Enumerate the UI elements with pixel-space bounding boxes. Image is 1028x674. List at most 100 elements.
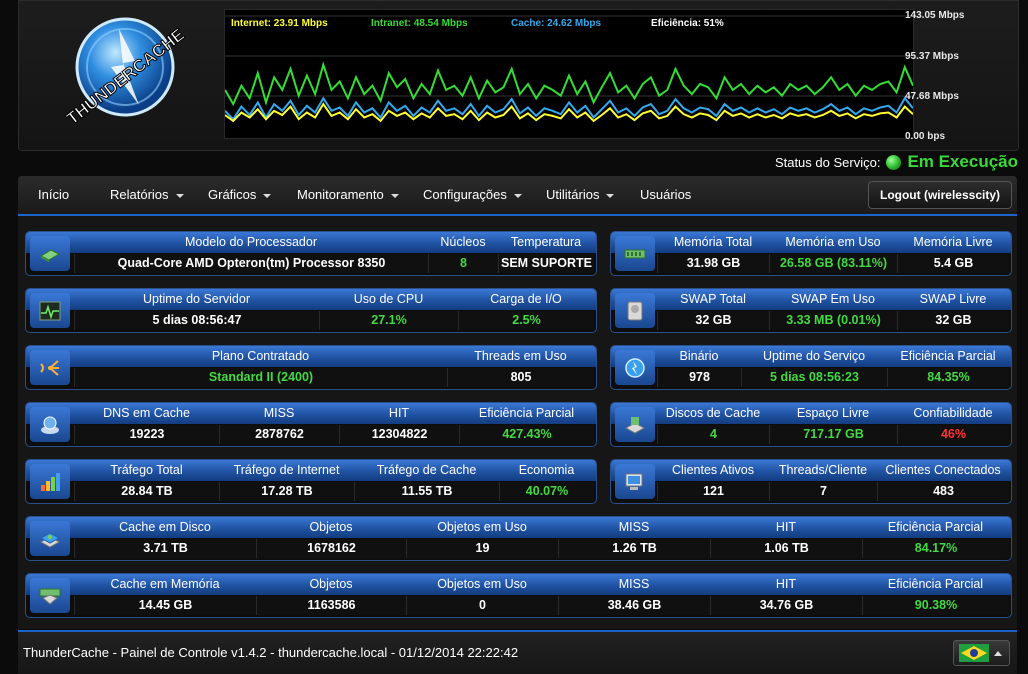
nav-label: Relatórios bbox=[110, 187, 169, 202]
header-dns-eficiencia: Eficiência Parcial bbox=[478, 406, 575, 420]
header-confiabilidade: Confiabilidade bbox=[913, 406, 993, 420]
value-discos-cache: 4 bbox=[657, 425, 769, 444]
nav-configuracoes[interactable]: Configurações bbox=[423, 176, 522, 214]
nav-graficos[interactable]: Gráficos bbox=[208, 176, 272, 214]
panel-clientes: Clientes Ativos Threads/Cliente Clientes… bbox=[610, 459, 1012, 504]
value-modelo: Quad-Core AMD Opteron(tm) Processor 8350 bbox=[74, 254, 428, 273]
value-confiabilidade: 46% bbox=[897, 425, 1009, 444]
legend-entry: Eficiência: 51% bbox=[651, 18, 724, 29]
value-dns-eficiencia: 427.43% bbox=[459, 425, 594, 444]
nav-utilitarios[interactable]: Utilitários bbox=[546, 176, 615, 214]
language-selector[interactable] bbox=[953, 640, 1010, 666]
caret-down-icon bbox=[606, 193, 615, 198]
header-dns-hit: HIT bbox=[388, 406, 410, 420]
value-trafego-internet: 17.28 TB bbox=[219, 482, 354, 501]
share-arrows-icon bbox=[30, 350, 70, 385]
nav-label: Usuários bbox=[640, 187, 692, 202]
caret-down-icon bbox=[390, 193, 399, 198]
header-memoria-em-uso: Memória em Uso bbox=[785, 235, 881, 249]
y-tick-label: 95.37 Mbps bbox=[905, 51, 959, 62]
service-status: Status do Serviço: Em Execução bbox=[775, 152, 1018, 172]
nav-relatorios[interactable]: Relatórios bbox=[110, 176, 184, 214]
value-eficiencia-binario: 84.35% bbox=[887, 368, 1009, 387]
computer-clients-icon bbox=[615, 464, 655, 499]
value-espaco-livre: 717.17 GB bbox=[769, 425, 897, 444]
nav-usuarios[interactable]: Usuários bbox=[640, 176, 691, 214]
panel-binario: Binário Uptime do Serviço Eficiência Par… bbox=[610, 345, 1012, 390]
panel-plano: Plano Contratado Threads em Uso Standard… bbox=[25, 345, 597, 390]
service-status-value: Em Execução bbox=[907, 152, 1018, 171]
header-disco-objetos: Objetos bbox=[309, 520, 353, 534]
value-uptime-servico: 5 dias 08:56:23 bbox=[741, 368, 887, 387]
header-clientes-ativos: Clientes Ativos bbox=[672, 463, 754, 477]
value-swap-livre: 32 GB bbox=[897, 311, 1009, 330]
panel-cache-disco: Cache em Disco Objetos Objetos em Uso MI… bbox=[25, 516, 1012, 561]
nav-monitoramento[interactable]: Monitoramento bbox=[297, 176, 399, 214]
caret-down-icon bbox=[263, 193, 272, 198]
panel-memoria: Memória Total Memória em Uso Memória Liv… bbox=[610, 231, 1012, 276]
thundercache-logo: THUNDERCACHE bbox=[63, 17, 189, 129]
nav-label: Configurações bbox=[423, 187, 507, 202]
nav-label: Utilitários bbox=[546, 187, 600, 202]
value-memoria-livre: 5.4 GB bbox=[897, 254, 1009, 273]
value-threads-cliente: 7 bbox=[769, 482, 877, 501]
nav-label: Monitoramento bbox=[297, 187, 384, 202]
header-plano: Plano Contratado bbox=[211, 349, 310, 363]
header-clientes-conectados: Clientes Conectados bbox=[885, 463, 1001, 477]
header: THUNDERCACHE Internet: 23.91 Mbps Intrane… bbox=[18, 0, 1019, 151]
panel-uptime: Uptime do Servidor Uso de CPU Carga de I… bbox=[25, 288, 597, 333]
value-disco-hit: 1.06 TB bbox=[710, 539, 862, 558]
header-modelo: Modelo do Processador bbox=[184, 235, 318, 249]
header-uptime-servico: Uptime do Serviço bbox=[762, 349, 866, 363]
globe-logo-icon bbox=[615, 350, 655, 385]
value-cache-em-memoria: 14.45 GB bbox=[74, 596, 256, 615]
header-trafego-internet: Tráfego de Internet bbox=[233, 463, 340, 477]
dns-cache-icon bbox=[30, 407, 70, 442]
value-memoria-hit: 34.76 GB bbox=[710, 596, 862, 615]
footer-text: ThunderCache - Painel de Controle v1.4.2… bbox=[23, 645, 519, 660]
header-memoria-objetos-em-uso: Objetos em Uso bbox=[437, 577, 527, 591]
value-swap-em-uso: 3.33 MB (0.01%) bbox=[769, 311, 897, 330]
panel-processador: Modelo do Processador Núcleos Temperatur… bbox=[25, 231, 597, 276]
panel-dns: DNS em Cache MISS HIT Eficiência Parcial… bbox=[25, 402, 597, 447]
nav-inicio[interactable]: Início bbox=[38, 176, 69, 214]
header-nucleos: Núcleos bbox=[440, 235, 486, 249]
value-memoria-objetos-em-uso: 0 bbox=[406, 596, 558, 615]
header-trafego-total: Tráfego Total bbox=[110, 463, 183, 477]
header-espaco-livre: Espaço Livre bbox=[796, 406, 870, 420]
y-tick-label: 47.68 Mbps bbox=[905, 91, 959, 102]
header-carga-io: Carga de I/O bbox=[490, 292, 562, 306]
header-cache-em-memoria: Cache em Memória bbox=[110, 577, 220, 591]
memory-cache-icon bbox=[30, 578, 70, 613]
header-memoria-total: Memória Total bbox=[673, 235, 753, 249]
panel-discos: Discos de Cache Espaço Livre Confiabilid… bbox=[610, 402, 1012, 447]
brazil-flag-icon bbox=[959, 644, 989, 662]
legend-entry: Cache: 24.62 Mbps bbox=[511, 18, 601, 29]
memory-module-icon bbox=[615, 236, 655, 271]
logout-button[interactable]: Logout (wirelesscity) bbox=[868, 181, 1012, 209]
service-status-label: Status do Serviço: bbox=[774, 154, 881, 170]
caret-down-icon bbox=[513, 193, 522, 198]
value-memoria-total: 31.98 GB bbox=[657, 254, 769, 273]
header-memoria-eficiencia: Eficiência Parcial bbox=[887, 577, 984, 591]
header-swap-em-uso: SWAP Em Uso bbox=[790, 292, 876, 306]
bar-chart-icon bbox=[30, 464, 70, 499]
value-disco-objetos-em-uso: 19 bbox=[406, 539, 558, 558]
panel-swap: SWAP Total SWAP Em Uso SWAP Livre 32 GB … bbox=[610, 288, 1012, 333]
header-eficiencia-binario: Eficiência Parcial bbox=[900, 349, 996, 363]
value-disco-miss: 1.26 TB bbox=[558, 539, 710, 558]
header-threads-em-uso: Threads em Uso bbox=[474, 349, 567, 363]
header-disco-hit: HIT bbox=[775, 520, 797, 534]
header-discos-cache: Discos de Cache bbox=[665, 406, 761, 420]
value-nucleos: 8 bbox=[428, 254, 498, 273]
legend-entry: Internet: 23.91 Mbps bbox=[231, 18, 328, 29]
header-swap-total: SWAP Total bbox=[680, 292, 746, 306]
nav-label: Início bbox=[38, 187, 70, 202]
dashboard-main: Modelo do Processador Núcleos Temperatur… bbox=[18, 216, 1017, 629]
value-clientes-conectados: 483 bbox=[877, 482, 1009, 501]
value-trafego-total: 28.84 TB bbox=[74, 482, 219, 501]
value-carga-io: 2.5% bbox=[458, 311, 594, 330]
value-swap-total: 32 GB bbox=[657, 311, 769, 330]
disk-drive-icon bbox=[615, 407, 655, 442]
header-dns-em-cache: DNS em Cache bbox=[103, 406, 190, 420]
